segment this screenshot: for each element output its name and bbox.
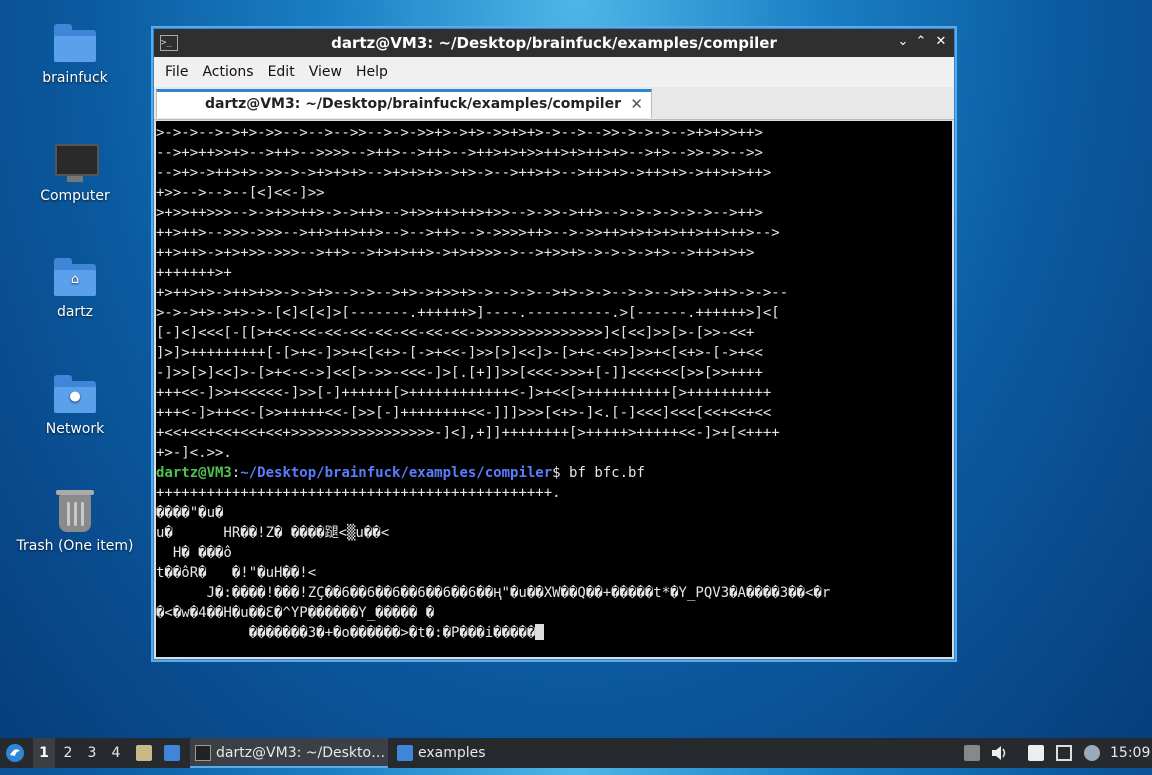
workspace-1[interactable]: 1 — [33, 738, 55, 768]
terminal-line: �<�w�4��H�u��Ɛ�^YP������Y_����� � — [156, 605, 435, 621]
terminal-line: +>++>+>->++>+>>->->+>-->->-->+>->+>>+>->… — [156, 285, 789, 301]
workspace-3[interactable]: 3 — [81, 738, 103, 768]
tab-close-icon[interactable]: ✕ — [630, 95, 643, 113]
file-manager-launcher[interactable] — [134, 738, 156, 768]
desktop-icon-label: Trash (One item) — [16, 538, 134, 554]
computer-icon — [53, 140, 99, 184]
terminal-line: -->+>++>>+>-->++>-->>>>-->++>-->++>-->++… — [156, 145, 763, 161]
menu-edit[interactable]: Edit — [261, 64, 302, 80]
terminal-output[interactable]: >->->-->->+>->>-->-->-->>-->->->>+>->+>-… — [156, 121, 952, 657]
terminal-line: +++<<-]>>+<<<<<-]>>[-]++++++[>++++++++++… — [156, 385, 772, 401]
window-titlebar[interactable]: >_ dartz@VM3: ~/Desktop/brainfuck/exampl… — [154, 29, 954, 57]
terminal-line: [-]<]<<<[-[[>+<<-<<-<<-<<-<<-<<-<<-<<->>… — [156, 325, 755, 341]
terminal-line: +++<-]>++<<-[>>+++++<<-[>>[-]++++++++<<-… — [156, 405, 772, 421]
menubar: File Actions Edit View Help — [154, 57, 954, 87]
terminal-line: H� ���ô — [156, 545, 232, 561]
menu-view[interactable]: View — [302, 64, 349, 80]
menu-file[interactable]: File — [158, 64, 195, 80]
taskbar: 1 2 3 4 dartz@VM3: ~/Deskto… examples 15… — [0, 738, 1152, 768]
notification-icon — [1084, 745, 1100, 761]
show-desktop-button[interactable] — [162, 738, 184, 768]
terminal-line: +>>-->-->--[<]<<-]>> — [156, 185, 325, 201]
desktop-icon-trash[interactable]: Trash (One item) — [10, 490, 140, 554]
volume-icon — [992, 746, 1006, 760]
desktop-icon-computer[interactable]: Computer — [10, 140, 140, 204]
workspace-4[interactable]: 4 — [105, 738, 127, 768]
terminal-line: ++++++++++++++++++++++++++++++++++++++++… — [156, 485, 561, 501]
tray-clipboard[interactable] — [1026, 738, 1048, 768]
terminal-line: J�:����!���!ZÇ��6��6��6��6��6��6��Ⱨ"�u��… — [156, 585, 831, 601]
tray-notifications[interactable] — [1082, 738, 1104, 768]
clipboard-icon — [1028, 745, 1044, 761]
network-icon — [1056, 745, 1072, 761]
trash-icon — [53, 490, 97, 534]
desktop-icon-dartz[interactable]: ⌂ dartz — [10, 256, 140, 320]
menu-help[interactable]: Help — [349, 64, 395, 80]
home-folder-icon: ⌂ — [53, 256, 97, 300]
tray-updates[interactable] — [962, 738, 982, 768]
terminal-line: ]>]>+++++++++[-[>+<-]>>+<[<+>-[->+<<-]>>… — [156, 345, 763, 361]
terminal-line: u� HR��!Z� ����蹆<▒u��< — [156, 525, 390, 541]
tab-label: dartz@VM3: ~/Desktop/brainfuck/examples/… — [205, 96, 622, 112]
app-menu-button[interactable] — [4, 738, 28, 768]
tab-terminal[interactable]: dartz@VM3: ~/Desktop/brainfuck/examples/… — [156, 89, 652, 118]
terminal-line: >->->+>->+>->-[<]<[<]>[-------.++++++>]-… — [156, 305, 780, 321]
terminal-line: +<<+<<+<<+<<+<<+>>>>>>>>>>>>>>>>>-]<],+]… — [156, 425, 780, 441]
folder-icon — [397, 745, 413, 761]
minimize-button[interactable]: ⌄ — [896, 34, 910, 49]
terminal-last-line: �������3�+�o������>�t�:�P���i����� — [156, 623, 952, 643]
desktop-icon-label: dartz — [56, 304, 94, 320]
desktop-icon-label: brainfuck — [42, 70, 108, 86]
terminal-line: +++++++>+ — [156, 265, 232, 281]
terminal-line: +>-]<.>>. — [156, 445, 232, 461]
terminal-line: -]>>[>]<<]>-[>+<-<->]<<[>->>-<<<-]>[.[+]… — [156, 365, 763, 381]
app-menu-icon — [6, 744, 24, 762]
task-terminal[interactable]: dartz@VM3: ~/Deskto… — [190, 738, 388, 768]
clock[interactable]: 15:09 — [1110, 738, 1150, 768]
command-prompt: dartz@VM3:~/Desktop/brainfuck/examples/c… — [156, 463, 952, 483]
window-title: dartz@VM3: ~/Desktop/brainfuck/examples/… — [331, 34, 777, 52]
terminal-line: ++>++>->+>+>>->>>-->++>-->+>+>++>->+>+>>… — [156, 245, 755, 261]
menu-actions[interactable]: Actions — [195, 64, 260, 80]
terminal-line: -->+>->++>+>->>->->+>+>+>-->+>+>+>->+>->… — [156, 165, 772, 181]
close-button[interactable]: ✕ — [934, 34, 948, 49]
terminal-line: >->->-->->+>->>-->-->-->>-->->->>+>->+>-… — [156, 125, 763, 141]
text-cursor — [535, 624, 545, 640]
task-examples[interactable]: examples — [392, 738, 512, 768]
folder-icon — [53, 22, 97, 66]
tray-volume[interactable] — [990, 738, 1012, 768]
prompt-command: $ bf bfc.bf — [552, 465, 645, 481]
maximize-button[interactable]: ⌃ — [914, 34, 928, 49]
desktop-icon-brainfuck[interactable]: brainfuck — [10, 22, 140, 86]
terminal-line: ����"�u� — [156, 505, 224, 521]
file-manager-icon — [136, 745, 152, 761]
desktop-icon-network[interactable]: ● Network — [10, 373, 140, 437]
task-label: examples — [418, 745, 486, 761]
desktop-icon — [164, 745, 180, 761]
task-label: dartz@VM3: ~/Deskto… — [216, 745, 386, 761]
terminal-line: ++>++>-->>>->>>-->++>++>++>-->-->++>-->-… — [156, 225, 780, 241]
terminal-line: �������3�+�o������>�t�:�P���i����� — [156, 625, 536, 641]
terminal-line: >+>>++>>>-->->+>>++>->->++>-->+>>++>++>+… — [156, 205, 763, 221]
terminal-line: t��ôR� �!"�uH��!< — [156, 565, 317, 581]
workspace-2[interactable]: 2 — [57, 738, 79, 768]
tab-bar: dartz@VM3: ~/Desktop/brainfuck/examples/… — [154, 87, 954, 120]
tray-network[interactable] — [1054, 738, 1076, 768]
network-folder-icon: ● — [53, 373, 97, 417]
terminal-icon — [195, 745, 211, 761]
terminal-window[interactable]: >_ dartz@VM3: ~/Desktop/brainfuck/exampl… — [153, 28, 955, 660]
prompt-path: ~/Desktop/brainfuck/examples/compiler — [240, 465, 553, 481]
desktop-icon-label: Computer — [40, 188, 110, 204]
desktop-icon-label: Network — [45, 421, 105, 437]
eject-icon — [964, 745, 980, 761]
prompt-user: dartz@VM3 — [156, 465, 232, 481]
